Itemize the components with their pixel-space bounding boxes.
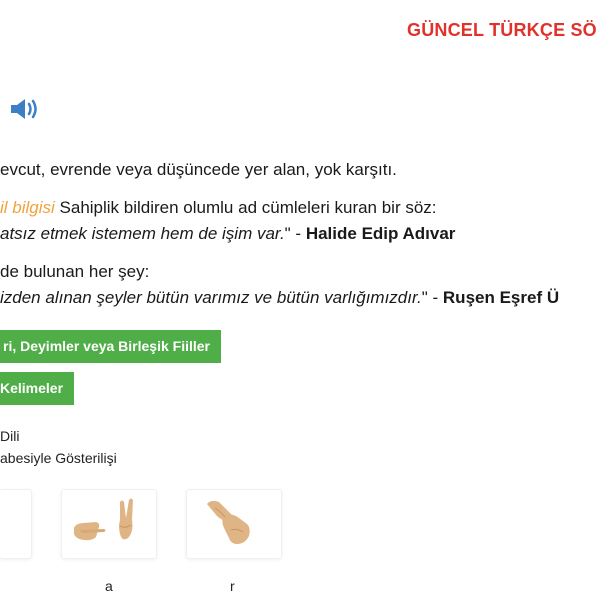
hand-sign-r-icon: [207, 500, 250, 544]
sign-language-title: Dili: [0, 428, 20, 444]
definition-2: il bilgisi Sahiplik bildiren olumlu ad c…: [0, 198, 437, 218]
definition-1: evcut, evrende veya düşüncede yer alan, …: [0, 160, 397, 180]
definition-2-text: Sahiplik bildiren olumlu ad cümleleri ku…: [54, 198, 437, 217]
site-title[interactable]: GÜNCEL TÜRKÇE SÖ: [407, 20, 597, 41]
speaker-volume-icon[interactable]: [8, 96, 42, 122]
example-quote-1-text: atsız etmek istemem hem de işim var.: [0, 224, 285, 243]
definition-1-text: evcut, evrende veya düşüncede yer alan, …: [0, 160, 397, 179]
sign-card-v: [0, 490, 31, 558]
example-quote-1-author: Halide Edip Adıvar: [305, 224, 456, 243]
example-quote-1: atsız etmek istemem hem de işim var." - …: [0, 224, 455, 244]
example-quote-2-sep: " -: [421, 288, 443, 307]
example-quote-1-sep: " -: [284, 224, 306, 243]
sign-card-r: [187, 490, 281, 558]
grammar-label[interactable]: il bilgisi: [0, 198, 55, 217]
definition-3: de bulunan her şey:: [0, 262, 149, 282]
example-quote-2-author: Ruşen Eşref Ü: [442, 288, 560, 307]
example-quote-2-text: izden alınan şeyler bütün varımız ve büt…: [0, 288, 422, 307]
related-words-button[interactable]: Kelimeler: [0, 372, 74, 405]
sign-letter-r: r: [230, 578, 235, 594]
example-quote-2: izden alınan şeyler bütün varımız ve büt…: [0, 288, 559, 308]
sign-card-a: [62, 490, 156, 558]
sign-letter-a: a: [105, 578, 113, 594]
hand-sign-a-icon: [74, 498, 133, 541]
sign-language-subtitle: abesiyle Gösterilişi: [0, 450, 117, 466]
definition-3-text: de bulunan her şey:: [0, 262, 150, 281]
compounds-idioms-button[interactable]: ri, Deyimler veya Birleşik Fiiller: [0, 330, 221, 363]
